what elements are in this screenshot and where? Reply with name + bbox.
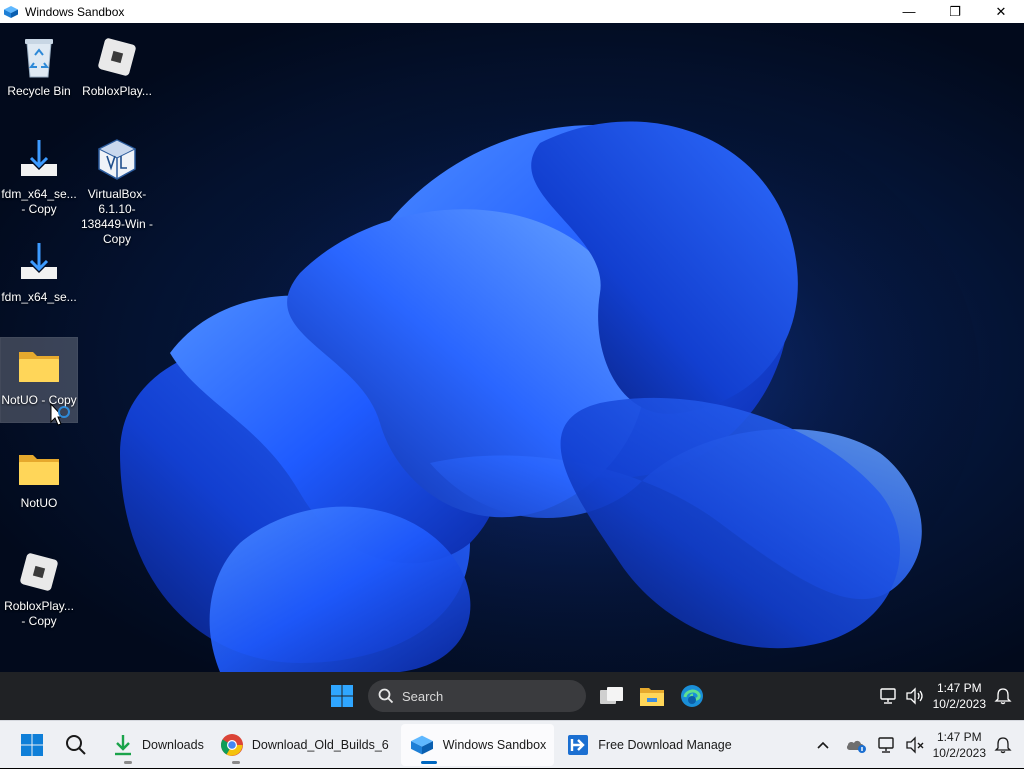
inner-clock[interactable]: 1:47 PM 10/2/2023 — [933, 680, 986, 712]
inner-search-box[interactable]: Search — [368, 680, 586, 712]
desktop-icon-fdm-installer-copy[interactable]: fdm_x64_se... - Copy — [1, 132, 77, 217]
recycle-bin-icon — [25, 39, 53, 78]
edge-button[interactable] — [672, 676, 712, 716]
clock-time: 1:47 PM — [936, 730, 982, 744]
sandbox-icon — [4, 5, 18, 18]
host-search-button[interactable] — [56, 725, 96, 765]
wallpaper-bloom — [100, 63, 980, 672]
search-placeholder: Search — [402, 688, 444, 704]
clock-date: 10/2/2023 — [932, 746, 986, 760]
running-indicator — [231, 760, 240, 764]
taskbar-app-label: Free Download Manage — [598, 737, 732, 752]
taskbar-app-windows-sandbox[interactable]: Windows Sandbox — [400, 723, 555, 766]
folder-icon — [19, 352, 59, 382]
network-icon[interactable] — [877, 736, 897, 754]
virtualbox-icon — [97, 139, 137, 180]
inner-start-button[interactable] — [322, 676, 362, 716]
taskbar-app-free-download-manager[interactable]: Free Download Manage — [558, 724, 739, 766]
desktop-icon-label: RobloxPlay... - Copy — [4, 599, 74, 628]
clock-date: 10/2/2023 — [932, 697, 986, 711]
desktop-icon-label: fdm_x64_se... — [1, 290, 77, 304]
window-title: Windows Sandbox — [25, 4, 125, 19]
close-button[interactable]: ✕ — [978, 0, 1024, 23]
fdm-icon — [568, 734, 589, 755]
file-explorer-button[interactable] — [632, 676, 672, 716]
minimize-button[interactable]: — — [886, 0, 932, 23]
host-start-button[interactable] — [12, 725, 52, 765]
notification-bell-icon[interactable] — [994, 687, 1012, 705]
host-clock[interactable]: 1:47 PM 10/2/2023 — [933, 729, 986, 761]
download-installer-icon — [21, 140, 57, 176]
taskbar-app-chrome[interactable]: Download_Old_Builds_6 — [212, 724, 397, 766]
taskbar-app-label: Download_Old_Builds_6 — [251, 737, 389, 752]
download-installer-icon — [21, 243, 57, 279]
volume-muted-icon[interactable] — [905, 736, 925, 754]
active-indicator — [420, 760, 437, 764]
busy-cursor-icon — [50, 403, 70, 426]
sandbox-desktop[interactable]: Recycle Bin RobloxPlay... fdm_x64_se... … — [0, 23, 1024, 672]
desktop-icon-label: Recycle Bin — [7, 84, 71, 98]
sandbox-icon — [410, 735, 433, 754]
search-icon — [378, 688, 394, 704]
taskbar-app-label: Windows Sandbox — [442, 737, 547, 752]
desktop-icon-label: NotUO — [20, 496, 58, 510]
notification-bell-icon[interactable] — [994, 736, 1012, 754]
sandbox-taskbar: Search 1:47 PM 10/2/2023 — [0, 672, 1024, 720]
chrome-icon — [220, 733, 243, 756]
taskbar-app-label: Downloads — [142, 737, 204, 752]
task-view-button[interactable] — [592, 676, 632, 716]
chevron-up-icon[interactable] — [815, 738, 831, 752]
taskbar-app-downloads[interactable]: Downloads — [104, 724, 212, 766]
windows-logo-icon — [331, 685, 353, 707]
desktop-icon-virtualbox-copy[interactable]: VirtualBox-6.1.10-138449-Win - Copy — [79, 132, 155, 247]
search-icon — [66, 734, 86, 755]
desktop-icon-robloxplayer[interactable]: RobloxPlay... — [79, 29, 155, 99]
host-taskbar: Downloads Download_Old_Builds_6 Windows … — [0, 720, 1024, 768]
file-explorer-icon — [640, 688, 664, 706]
network-icon[interactable] — [879, 687, 899, 705]
roblox-icon — [98, 38, 136, 76]
task-view-icon — [600, 687, 623, 704]
restore-button[interactable]: ❐ — [932, 0, 978, 23]
folder-icon — [19, 455, 59, 485]
desktop-icon-robloxplayer-copy[interactable]: RobloxPlay... - Copy — [1, 544, 77, 629]
desktop-icon-notuo[interactable]: NotUO — [1, 441, 77, 511]
desktop-icon-label: fdm_x64_se... - Copy — [1, 187, 77, 216]
running-indicator — [124, 760, 132, 764]
clock-time: 1:47 PM — [936, 681, 982, 695]
desktop-icon-fdm-installer[interactable]: fdm_x64_se... — [1, 235, 77, 305]
desktop-icon-label: RobloxPlay... — [82, 84, 152, 98]
desktop-icon-recycle-bin[interactable]: Recycle Bin — [1, 29, 77, 99]
roblox-icon — [20, 553, 58, 591]
desktop-icon-label: VirtualBox-6.1.10-138449-Win - Copy — [80, 187, 154, 246]
volume-icon[interactable] — [905, 687, 925, 705]
onedrive-icon[interactable] — [845, 736, 867, 754]
edge-icon — [681, 685, 703, 707]
windows-logo-icon — [21, 733, 43, 756]
window-title-bar[interactable]: Windows Sandbox — ❐ ✕ — [0, 0, 1024, 24]
download-arrow-icon — [115, 734, 131, 755]
